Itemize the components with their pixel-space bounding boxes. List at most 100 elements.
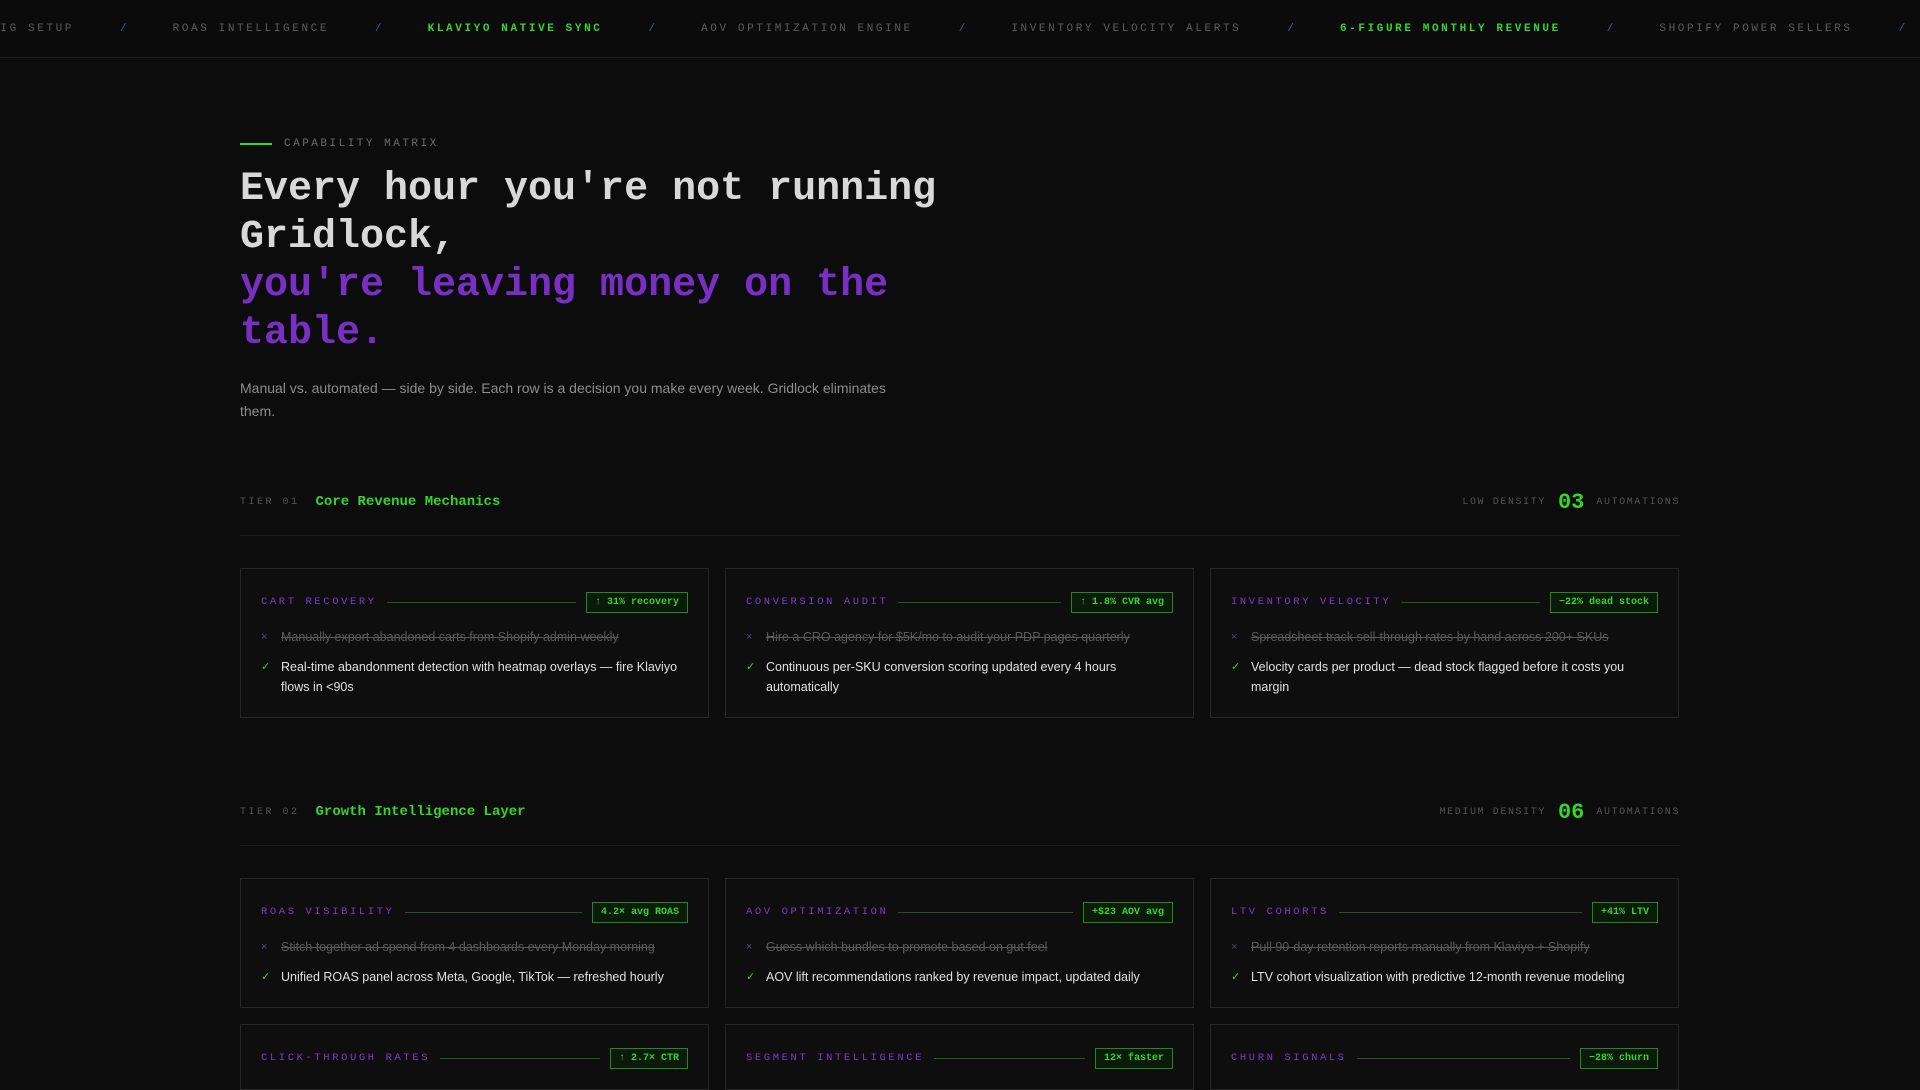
card-title: ROAS VISIBILITY (261, 906, 395, 918)
tier-density: LOW DENSITY (1462, 496, 1546, 508)
card-header: CLICK-THROUGH RATES ↑ 2.7× CTR (261, 1047, 688, 1069)
automated-row: ✓ AOV lift recommendations ranked by reve… (746, 967, 1173, 987)
manual-text: Manually export abandoned carts from Sho… (281, 630, 619, 644)
ticker-item: 6-FIGURE MONTHLY REVENUE (1339, 23, 1561, 35)
tier-title: Core Revenue Mechanics (315, 494, 501, 510)
manual-text: Hire a CRO agency for $5K/mo to audit yo… (766, 630, 1130, 644)
ticker-separator: / (958, 23, 966, 35)
automated-row: ✓ Velocity cards per product — dead stock… (1231, 657, 1658, 697)
ticker-item: AOV OPTIMIZATION ENGINE (701, 23, 913, 35)
capability-card: CLICK-THROUGH RATES ↑ 2.7× CTR (240, 1024, 709, 1090)
tier-number: TIER 02 (240, 806, 300, 818)
tier-header: TIER 01 Core Revenue Mechanics LOW DENSI… (240, 482, 1680, 522)
automated-row: ✓ LTV cohort visualization with predictiv… (1231, 967, 1658, 987)
tier-divider (240, 845, 1680, 846)
check-icon: ✓ (261, 661, 271, 673)
capability-card: CHURN SIGNALS −28% churn (1210, 1024, 1679, 1090)
tier-number: TIER 01 (240, 496, 300, 508)
cross-icon: × (746, 941, 753, 953)
ticker-item: SHOPIFY POWER SELLERS (1659, 23, 1853, 35)
card-title: CHURN SIGNALS (1231, 1052, 1347, 1064)
card-title: AOV OPTIMIZATION (746, 906, 889, 918)
impact-badge: +41% LTV (1591, 901, 1658, 923)
tier-density: MEDIUM DENSITY (1439, 806, 1546, 818)
automation-count-label: AUTOMATIONS (1596, 496, 1680, 508)
card-header: SEGMENT INTELLIGENCE 12× faster (746, 1047, 1173, 1069)
ticker-item: INVENTORY VELOCITY ALERTS (1011, 23, 1242, 35)
automation-count-label: AUTOMATIONS (1596, 806, 1680, 818)
capability-card: CONVERSION AUDIT ↑ 1.8% CVR avg × Hire a CR… (725, 568, 1194, 718)
headline-main: Every hour you're not running Gridlock, (240, 167, 937, 260)
manual-text: Guess which bundles to promote based on … (766, 940, 1048, 954)
card-rule (440, 1057, 600, 1059)
check-icon: ✓ (261, 971, 271, 983)
eyebrow-line (240, 143, 272, 145)
capability-card: CART RECOVERY ↑ 31% recovery × Manually exp… (240, 568, 709, 718)
automation-count: 06 (1557, 799, 1585, 825)
card-header: INVENTORY VELOCITY −22% dead stock (1231, 591, 1658, 613)
manual-text: Stitch together ad spend from 4 dashboar… (281, 940, 655, 954)
tier-card-grid: ROAS VISIBILITY 4.2× avg ROAS × Stitch toge… (240, 878, 1680, 1090)
automated-text: Velocity cards per product — dead stock … (1251, 660, 1625, 694)
cross-icon: × (746, 631, 753, 643)
card-header: CART RECOVERY ↑ 31% recovery (261, 591, 688, 613)
capability-card: AOV OPTIMIZATION +$23 AOV avg × Guess which… (725, 878, 1194, 1008)
capability-card: SEGMENT INTELLIGENCE 12× faster (725, 1024, 1194, 1090)
capability-card: ROAS VISIBILITY 4.2× avg ROAS × Stitch toge… (240, 878, 709, 1008)
impact-badge: 4.2× avg ROAS (591, 901, 688, 923)
tier-header: TIER 02 Growth Intelligence Layer MEDIUM… (240, 792, 1680, 832)
card-rule (898, 601, 1061, 603)
check-icon: ✓ (746, 661, 756, 673)
card-title: LTV COHORTS (1231, 906, 1329, 918)
card-title: CLICK-THROUGH RATES (261, 1052, 431, 1064)
tier-meta: MEDIUM DENSITY 06 AUTOMATIONS (1440, 800, 1680, 825)
manual-row: × Hire a CRO agency for $5K/mo to audit y… (746, 627, 1173, 647)
card-header: ROAS VISIBILITY 4.2× avg ROAS (261, 901, 688, 923)
card-header: AOV OPTIMIZATION +$23 AOV avg (746, 901, 1173, 923)
impact-badge: −22% dead stock (1549, 591, 1658, 613)
automated-row: ✓ Unified ROAS panel across Meta, Google,… (261, 967, 688, 987)
card-title: CART RECOVERY (261, 596, 377, 608)
capability-card: LTV COHORTS +41% LTV × Pull 90-day retentio… (1210, 878, 1679, 1008)
card-header: CHURN SIGNALS −28% churn (1231, 1047, 1658, 1069)
ticker-track: NFIG SETUP / ROAS INTELLIGENCE / KLAVIYO NAT… (0, 0, 1920, 57)
capability-card: INVENTORY VELOCITY −22% dead stock × Spread… (1210, 568, 1679, 718)
card-rule (898, 911, 1073, 913)
manual-row: × Spreadsheet-track sell-through rates by… (1231, 627, 1658, 647)
feature-ticker: NFIG SETUP / ROAS INTELLIGENCE / KLAVIYO NAT… (0, 0, 1920, 58)
manual-text: Spreadsheet-track sell-through rates by … (1251, 630, 1609, 644)
card-rule (1338, 911, 1582, 913)
ticker-separator: / (120, 23, 127, 35)
automated-text: LTV cohort visualization with predictive… (1251, 970, 1625, 984)
card-rule (1401, 601, 1540, 603)
tier-title: Growth Intelligence Layer (315, 804, 526, 820)
card-title: INVENTORY VELOCITY (1231, 596, 1392, 608)
card-title: CONVERSION AUDIT (746, 596, 889, 608)
tier-meta: LOW DENSITY 03 AUTOMATIONS (1462, 490, 1680, 515)
cross-icon: × (261, 631, 268, 643)
ticker-item: ROAS INTELLIGENCE (172, 23, 330, 35)
automated-text: Continuous per-SKU conversion scoring up… (766, 660, 1117, 694)
ticker-item: KLAVIYO NATIVE SYNC (427, 23, 603, 35)
impact-badge: ↑ 2.7× CTR (609, 1047, 688, 1069)
card-rule (404, 911, 582, 913)
impact-badge: ↑ 1.8% CVR avg (1070, 591, 1173, 613)
section-subtitle: Manual vs. automated — side by side. Eac… (240, 380, 886, 419)
tier-card-grid: CART RECOVERY ↑ 31% recovery × Manually exp… (240, 568, 1680, 718)
ticker-item: NFIG SETUP (0, 23, 75, 35)
automated-text: AOV lift recommendations ranked by reven… (766, 970, 1140, 984)
manual-row: × Pull 90-day retention reports manually … (1231, 937, 1658, 957)
ticker-separator: / (648, 23, 656, 35)
eyebrow: CAPABILITY MATRIX (240, 138, 439, 150)
card-rule (934, 1057, 1085, 1059)
impact-badge: −28% churn (1579, 1047, 1658, 1069)
ticker-separator: / (1287, 23, 1294, 35)
card-rule (386, 601, 576, 603)
automation-count: 03 (1557, 489, 1585, 515)
cross-icon: × (1231, 631, 1238, 643)
manual-text: Pull 90-day retention reports manually f… (1251, 940, 1590, 954)
page-title: Every hour you're not running Gridlock, … (240, 166, 960, 358)
impact-badge: ↑ 31% recovery (585, 591, 688, 613)
manual-row: × Guess which bundles to promote based on… (746, 937, 1173, 957)
eyebrow-label: CAPABILITY MATRIX (284, 138, 439, 150)
